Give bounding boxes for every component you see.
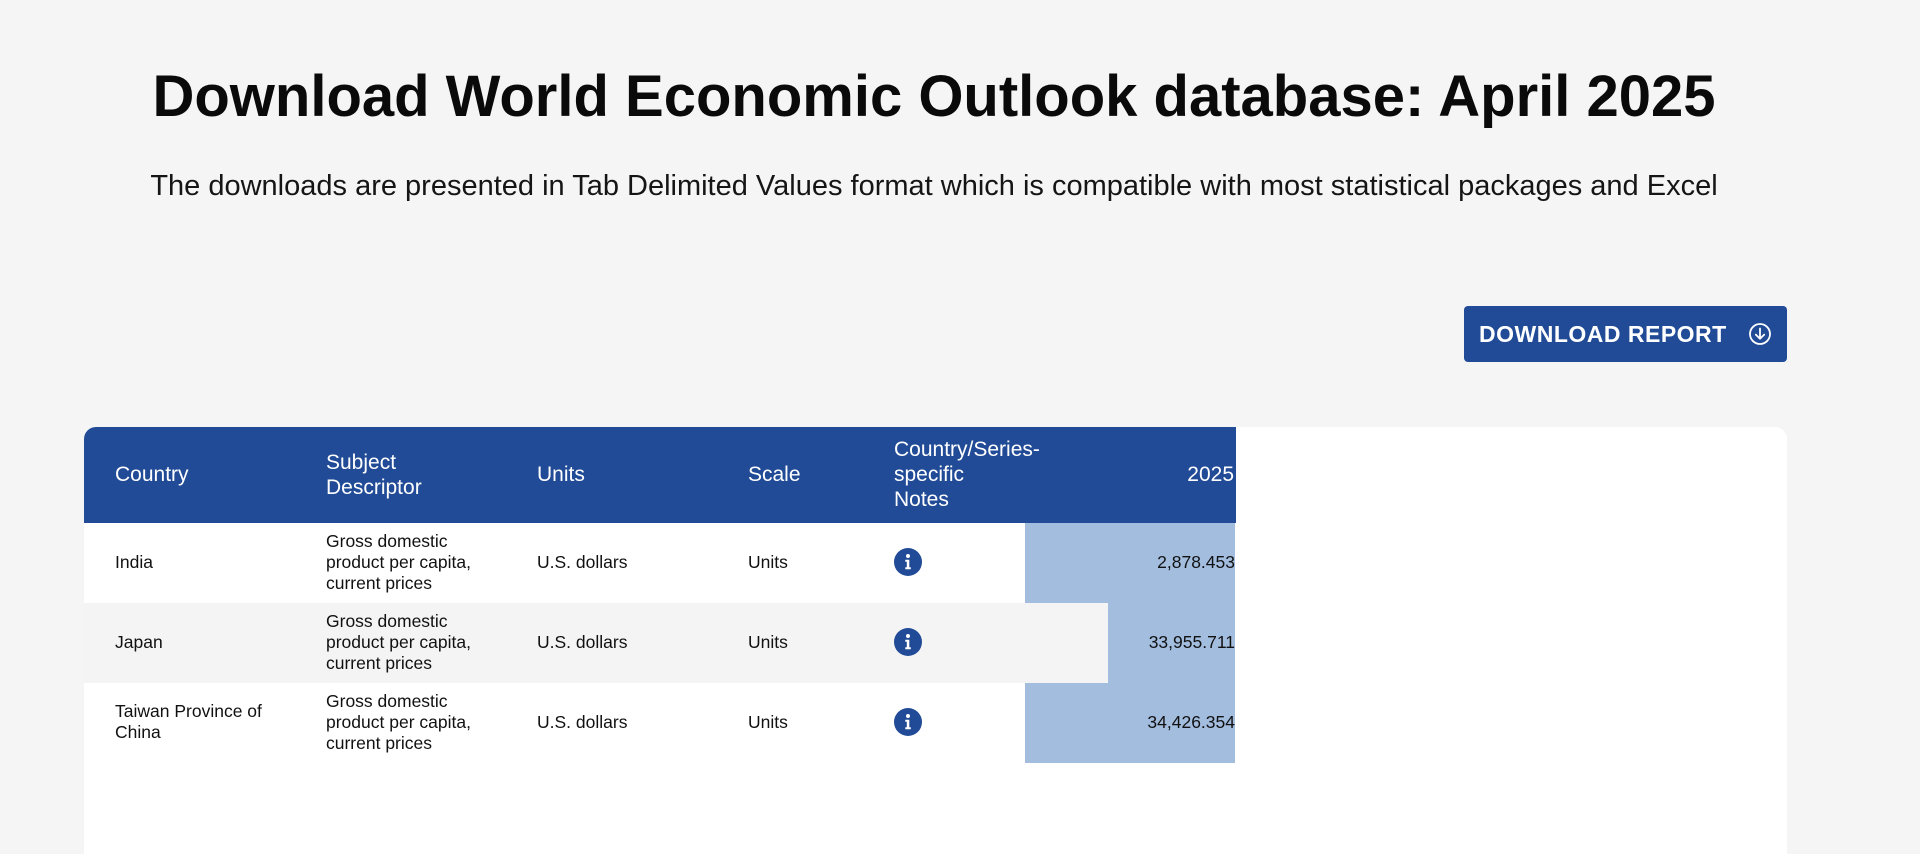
cell-units: U.S. dollars: [537, 632, 628, 652]
page: Download World Economic Outlook database…: [0, 0, 1920, 854]
cell-subject-descriptor: Gross domestic product per capita, curre…: [326, 691, 471, 753]
header-notes[interactable]: Country/Series- specific Notes: [894, 437, 1040, 512]
header-units[interactable]: Units: [537, 462, 585, 487]
cell-scale: Units: [748, 552, 788, 572]
cell-value-2025: 33,955.711: [1148, 632, 1235, 652]
header-country[interactable]: Country: [115, 462, 189, 487]
data-table: Country Subject Descriptor Units Scale C…: [84, 427, 1787, 854]
info-icon[interactable]: [894, 708, 922, 736]
cell-units: U.S. dollars: [537, 552, 628, 572]
arrow-down-circle-icon: [1749, 323, 1771, 345]
cell-scale: Units: [748, 632, 788, 652]
cell-subject-descriptor: Gross domestic product per capita, curre…: [326, 611, 471, 673]
download-report-button[interactable]: DOWNLOAD REPORT: [1464, 306, 1787, 362]
cell-subject-descriptor: Gross domestic product per capita, curre…: [326, 531, 471, 593]
cell-scale: Units: [748, 712, 788, 732]
table-row: Japan Gross domestic product per capita,…: [84, 603, 1108, 683]
cell-country: India: [115, 552, 153, 572]
header-year-2025[interactable]: 2025: [1084, 462, 1234, 487]
header-scale[interactable]: Scale: [748, 462, 801, 487]
info-icon[interactable]: [894, 548, 922, 576]
download-report-label: DOWNLOAD REPORT: [1479, 320, 1727, 347]
cell-country: Japan: [115, 632, 163, 652]
cell-units: U.S. dollars: [537, 712, 628, 732]
page-subtitle: The downloads are presented in Tab Delim…: [150, 170, 1718, 202]
cell-country: Taiwan Province of China: [115, 701, 262, 742]
page-title: Download World Economic Outlook database…: [152, 64, 1716, 129]
cell-value-2025: 34,426.354: [1147, 712, 1235, 732]
table-header: Country Subject Descriptor Units Scale C…: [84, 427, 1236, 523]
table-row: Taiwan Province of China Gross domestic …: [84, 683, 1108, 763]
table-row: India Gross domestic product per capita,…: [84, 523, 1108, 603]
cell-value-2025: 2,878.453: [1157, 552, 1235, 572]
header-subject-descriptor[interactable]: Subject Descriptor: [326, 450, 422, 500]
info-icon[interactable]: [894, 628, 922, 656]
